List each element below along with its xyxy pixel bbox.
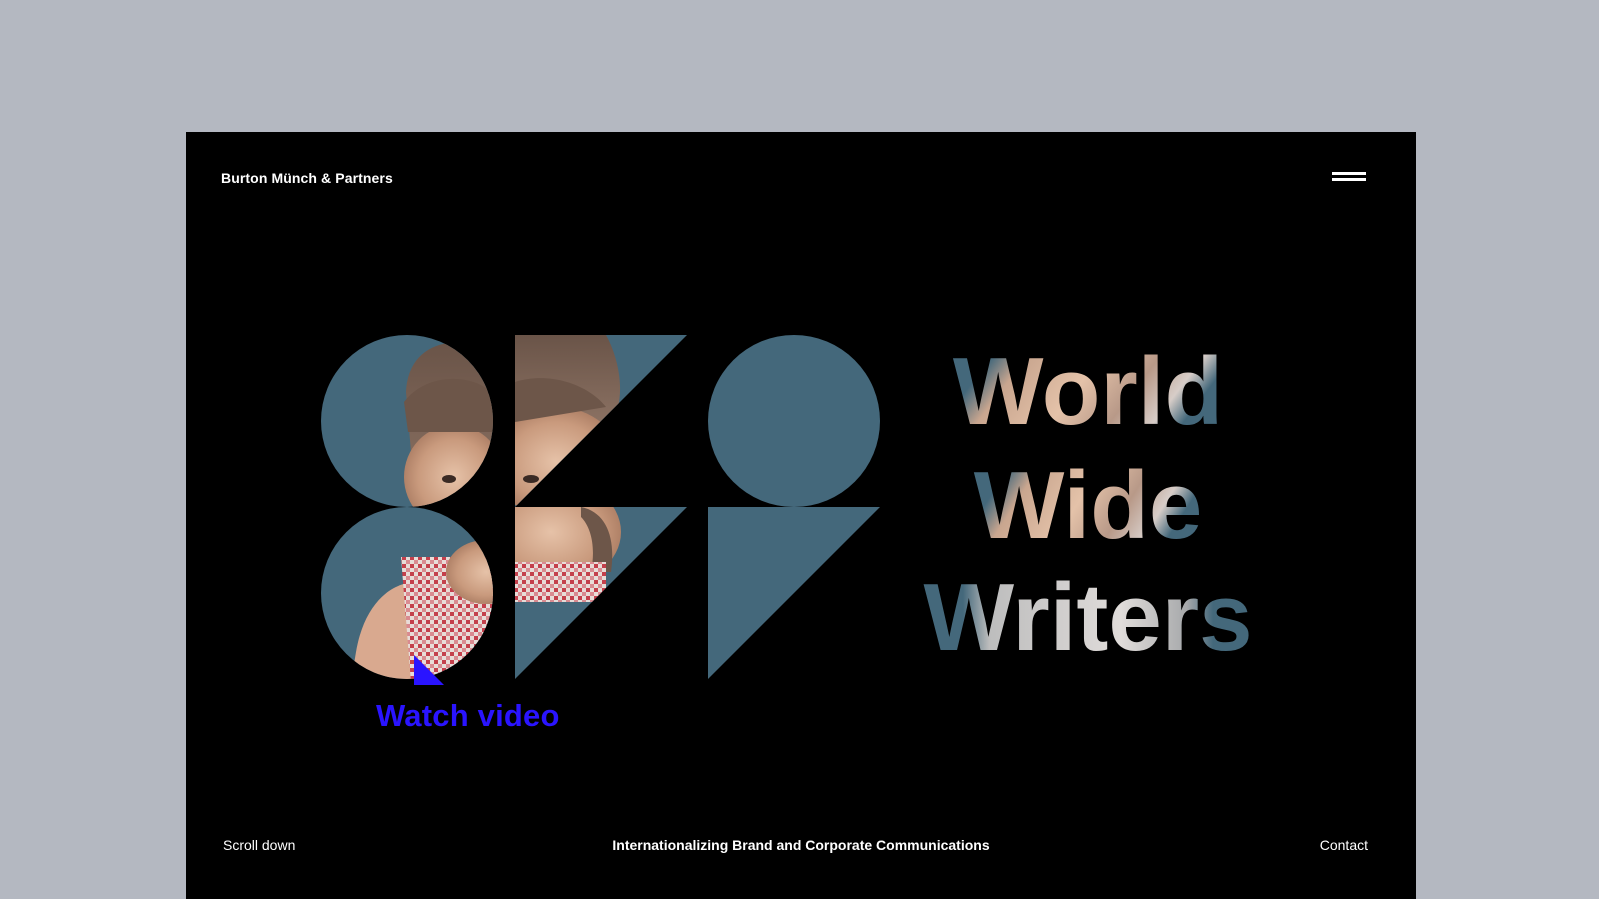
shape-triangle-bottom-right (708, 507, 880, 679)
headline-line-2: Wide (974, 452, 1202, 559)
website-frame: Burton Münch & Partners Watch video Worl… (186, 132, 1416, 899)
watch-video-label: Watch video (376, 698, 560, 733)
shape-circle-top-right (708, 335, 880, 507)
triangle-play-icon (414, 655, 444, 685)
shape-triangle-top-middle (515, 335, 687, 507)
hero-headline: World Wide Writers (923, 338, 1252, 671)
page: Burton Münch & Partners Watch video Worl… (0, 0, 1599, 899)
tagline: Internationalizing Brand and Corporate C… (612, 837, 990, 853)
headline-line-1: World (953, 338, 1223, 445)
shape-triangle-bottom-middle (515, 507, 687, 679)
watch-video-button[interactable]: Watch video (376, 655, 596, 745)
shape-circle-top-left (321, 335, 493, 507)
headline-line-3: Writers (923, 564, 1252, 671)
contact-link[interactable]: Contact (1320, 837, 1368, 853)
